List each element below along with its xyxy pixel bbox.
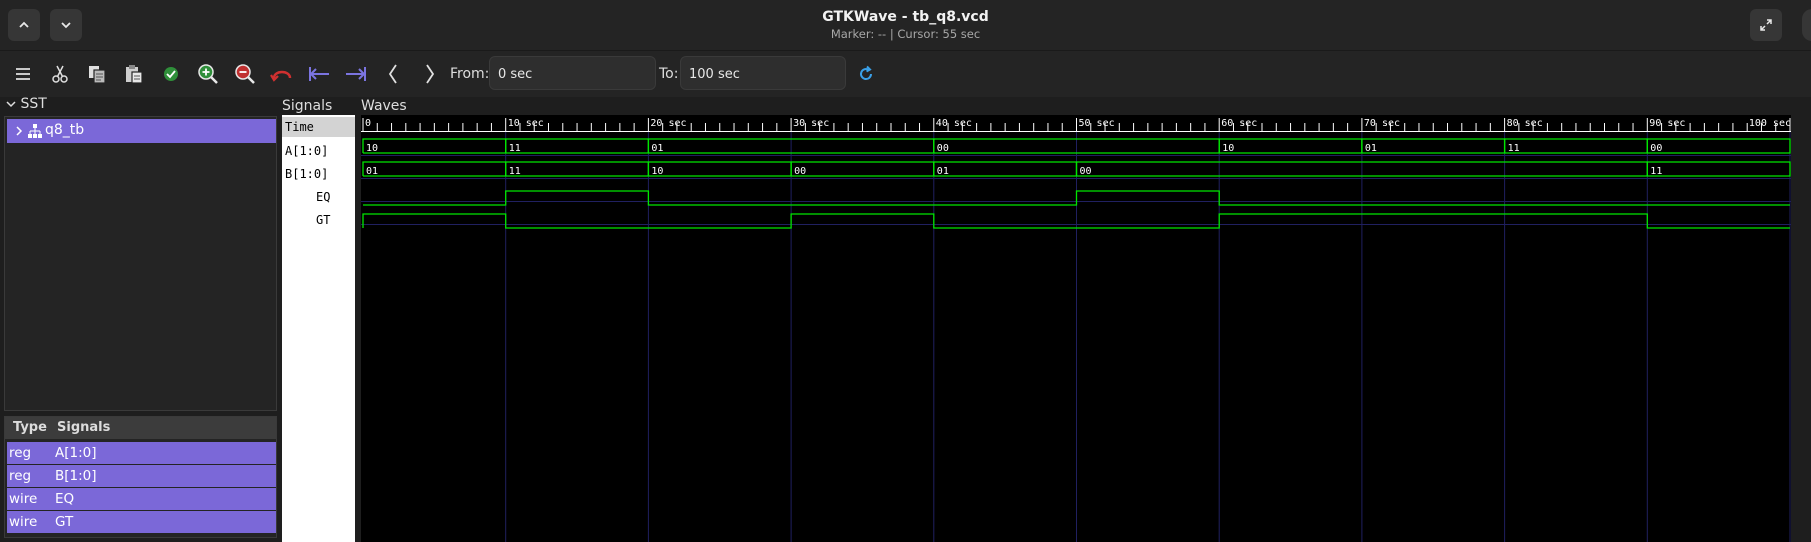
scissors-icon (52, 65, 68, 83)
time-ruler-label: 60 sec (1221, 118, 1257, 129)
waveform-canvas[interactable]: 0 10 sec 20 sec 30 sec 40 sec 50 sec 60 sec 70 … (361, 115, 1791, 542)
time-ruler-label: 10 sec (508, 118, 544, 129)
bus-value-label: 01 (937, 166, 949, 177)
to-time-input[interactable]: 100 sec (680, 56, 846, 90)
window-title: GTKWave - tb_q8.vcd (822, 9, 989, 25)
signal-type: reg (9, 468, 32, 484)
bus-value-label: 11 (1508, 143, 1520, 154)
paste-button[interactable] (121, 61, 147, 87)
bus-value-label: 11 (509, 143, 521, 154)
signal-row-gt[interactable]: GT (316, 213, 330, 227)
from-label: From: (450, 66, 490, 82)
bus-value-label: 10 (1222, 143, 1234, 154)
hierarchy-icon (28, 124, 42, 138)
collapse-icon[interactable] (6, 99, 16, 109)
bus-value-label: 10 (651, 166, 663, 177)
goto-start-button[interactable] (306, 61, 332, 87)
reload-icon (860, 65, 873, 80)
window-subtitle: Marker: -- | Cursor: 55 sec (830, 27, 981, 41)
time-ruler-label: 70 sec (1364, 118, 1400, 129)
zoom-in-icon (198, 64, 218, 84)
bus-value-label: 01 (1365, 143, 1377, 154)
expand-arrow-icon[interactable] (15, 125, 23, 137)
window-menu-button[interactable] (1802, 9, 1811, 41)
signal-type-list: Type Signals reg A[1:0] reg B[1:0] wire … (4, 416, 277, 538)
tree-item-q8-tb[interactable]: q8_tb (7, 119, 276, 143)
prev-page-button[interactable] (380, 61, 406, 87)
hamburger-icon (16, 68, 30, 80)
fullscreen-button[interactable] (1750, 9, 1782, 41)
menu-button[interactable] (10, 61, 36, 87)
signal-type: wire (9, 514, 38, 530)
waves-pane-label: Waves (361, 98, 407, 114)
signal-list-row[interactable]: wire EQ (7, 488, 276, 510)
undo-icon (270, 70, 292, 82)
tree-item-label: q8_tb (45, 122, 85, 138)
reload-button[interactable] (853, 61, 879, 87)
waves-scrollbar[interactable] (1791, 115, 1811, 542)
signal-name: B[1:0] (55, 468, 97, 484)
next-page-button[interactable] (417, 61, 443, 87)
signal-list-row[interactable]: reg B[1:0] (7, 465, 276, 487)
bus-value-label: 00 (794, 166, 806, 177)
bus-value-label: 01 (651, 143, 663, 154)
zoom-in-button[interactable] (195, 61, 221, 87)
cut-button[interactable] (47, 61, 73, 87)
bus-value-label: 00 (937, 143, 949, 154)
goto-start-icon (309, 67, 329, 81)
copy-button[interactable] (84, 61, 110, 87)
bus-value-label: 00 (1080, 166, 1092, 177)
goto-end-button[interactable] (343, 61, 369, 87)
signal-row-b[interactable]: B[1:0] (285, 167, 328, 181)
time-ruler-label: 40 sec (936, 118, 972, 129)
from-time-input[interactable]: 0 sec (489, 56, 656, 90)
sst-label-text: SST (20, 96, 47, 112)
signals-pane: Time A[1:0] B[1:0] EQ GT (282, 115, 355, 542)
signal-name: GT (55, 514, 74, 530)
toolbar: From: 0 sec To: 100 sec (0, 51, 1811, 97)
signal-name: A[1:0] (55, 445, 97, 461)
signals-pane-label: Signals (282, 98, 333, 114)
sst-label: SST (6, 96, 47, 112)
to-label: To: (659, 66, 679, 82)
bus-value-label: 10 (366, 143, 378, 154)
bus-value-label: 11 (1650, 166, 1662, 177)
time-ruler-label: 30 sec (793, 118, 829, 129)
time-ruler-label: 100 sec (1749, 118, 1791, 129)
zoom-fit-button[interactable] (158, 61, 184, 87)
chevron-left-icon (388, 64, 397, 84)
time-header-label: Time (285, 120, 314, 134)
copy-icon (89, 66, 106, 84)
bus-value-label: 01 (366, 166, 378, 177)
time-ruler-label: 90 sec (1649, 118, 1685, 129)
signal-name: EQ (55, 491, 75, 507)
goto-end-icon (346, 67, 366, 81)
bus-value-label: 11 (509, 166, 521, 177)
zoom-out-icon (235, 64, 255, 84)
sst-tree: q8_tb (4, 116, 277, 411)
expand-icon (1760, 19, 1772, 31)
time-ruler-label: 50 sec (1079, 118, 1115, 129)
paste-icon (126, 65, 143, 84)
time-header: Time (282, 117, 355, 137)
zoom-fit-icon (164, 67, 178, 81)
bus-value-label: 00 (1650, 143, 1662, 154)
undo-zoom-button[interactable] (269, 61, 295, 87)
signal-type: reg (9, 445, 32, 461)
chevron-right-icon (426, 64, 435, 84)
type-column-header[interactable]: Type (13, 420, 47, 435)
signal-list-row[interactable]: wire GT (7, 511, 276, 533)
zoom-out-button[interactable] (232, 61, 258, 87)
waves-pane[interactable]: 0 10 sec 20 sec 30 sec 40 sec 50 sec 60 sec 70 … (361, 115, 1791, 542)
time-ruler-label: 20 sec (650, 118, 686, 129)
time-ruler-label: 0 (365, 118, 371, 129)
signal-list-row[interactable]: reg A[1:0] (7, 442, 276, 464)
signal-type: wire (9, 491, 38, 507)
signals-column-header[interactable]: Signals (57, 420, 110, 435)
time-ruler-label: 80 sec (1507, 118, 1543, 129)
signal-row-a[interactable]: A[1:0] (285, 144, 328, 158)
title-bar: GTKWave - tb_q8.vcd Marker: -- | Cursor:… (0, 0, 1811, 51)
signal-list-header: Type Signals (5, 417, 276, 439)
signal-row-eq[interactable]: EQ (316, 190, 330, 204)
